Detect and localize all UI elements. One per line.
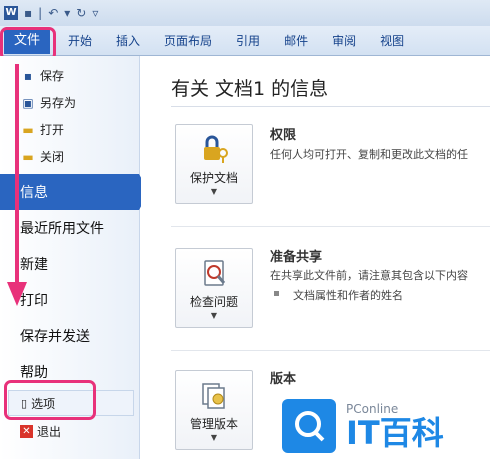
bullet-text: 文档属性和作者的姓名 bbox=[293, 289, 403, 302]
versions-icon bbox=[197, 379, 231, 411]
save-icon[interactable]: ▪ bbox=[24, 7, 32, 19]
word-app-icon[interactable]: W bbox=[4, 6, 18, 20]
watermark-logo-text: IT百科 bbox=[346, 413, 444, 452]
menu-item-exit[interactable]: ✕ 退出 bbox=[0, 418, 139, 445]
button-label: 检查问题 bbox=[189, 295, 238, 309]
menu-item-label: 另存为 bbox=[40, 96, 77, 110]
tab-mailings[interactable]: 邮件 bbox=[272, 26, 320, 56]
tab-page-layout[interactable]: 页面布局 bbox=[152, 26, 224, 56]
button-label: 管理版本 bbox=[189, 417, 238, 431]
page-title: 有关 文档1 的信息 bbox=[171, 78, 329, 100]
menu-item-label: 打开 bbox=[40, 123, 65, 137]
manage-versions-button[interactable]: 管理版本 ▼ bbox=[175, 370, 253, 450]
inspect-doc-icon bbox=[197, 257, 231, 289]
check-issues-button[interactable]: 检查问题 ▼ bbox=[175, 248, 253, 328]
tab-insert[interactable]: 插入 bbox=[104, 26, 152, 56]
menu-item-label: 退出 bbox=[37, 425, 62, 439]
tab-view[interactable]: 视图 bbox=[368, 26, 416, 56]
section-description: 任何人均可打开、复制和更改此文档的任 bbox=[270, 148, 468, 161]
chevron-down-icon: ▼ bbox=[210, 433, 218, 442]
watermark: PConline IT百科 bbox=[278, 392, 490, 459]
bullet-marker bbox=[274, 291, 279, 296]
section-heading: 准备共享 bbox=[270, 250, 323, 265]
nav-save-send[interactable]: 保存并发送 bbox=[0, 318, 139, 354]
section-heading: 版本 bbox=[270, 372, 297, 387]
redo-icon[interactable]: ↻ bbox=[76, 7, 86, 19]
chevron-down-icon[interactable]: ▾ bbox=[64, 7, 70, 19]
toolbar-separator: | bbox=[38, 6, 43, 20]
chevron-down-icon: ▼ bbox=[210, 311, 218, 320]
section-divider bbox=[171, 226, 490, 227]
button-label: 保护文档 bbox=[189, 171, 238, 185]
undo-icon[interactable]: ↶ bbox=[48, 7, 58, 19]
section-heading: 权限 bbox=[270, 128, 297, 143]
options-highlight bbox=[4, 380, 96, 420]
title-divider bbox=[171, 106, 490, 107]
lock-key-icon bbox=[197, 133, 231, 165]
tab-review[interactable]: 审阅 bbox=[320, 26, 368, 56]
chevron-down-icon: ▼ bbox=[210, 187, 218, 196]
menu-item-label: 保存 bbox=[40, 69, 65, 83]
tab-references[interactable]: 引用 bbox=[224, 26, 272, 56]
protect-document-button[interactable]: 保护文档 ▼ bbox=[175, 124, 253, 204]
customize-toolbar-icon[interactable]: ▿ bbox=[92, 7, 98, 19]
exit-icon: ✕ bbox=[20, 425, 33, 438]
section-divider bbox=[171, 350, 490, 351]
pconline-logo-icon bbox=[282, 398, 336, 453]
down-arrow-annotation bbox=[7, 64, 27, 306]
section-description: 在共享此文件前，请注意其包含以下内容 bbox=[270, 269, 468, 282]
ribbon-tabs: 文件 开始 插入 页面布局 引用 邮件 审阅 视图 bbox=[0, 26, 490, 56]
tab-home[interactable]: 开始 bbox=[56, 26, 104, 56]
quick-access-toolbar: W ▪ | ↶ ▾ ↻ ▿ bbox=[0, 0, 490, 26]
menu-item-label: 关闭 bbox=[40, 150, 65, 164]
